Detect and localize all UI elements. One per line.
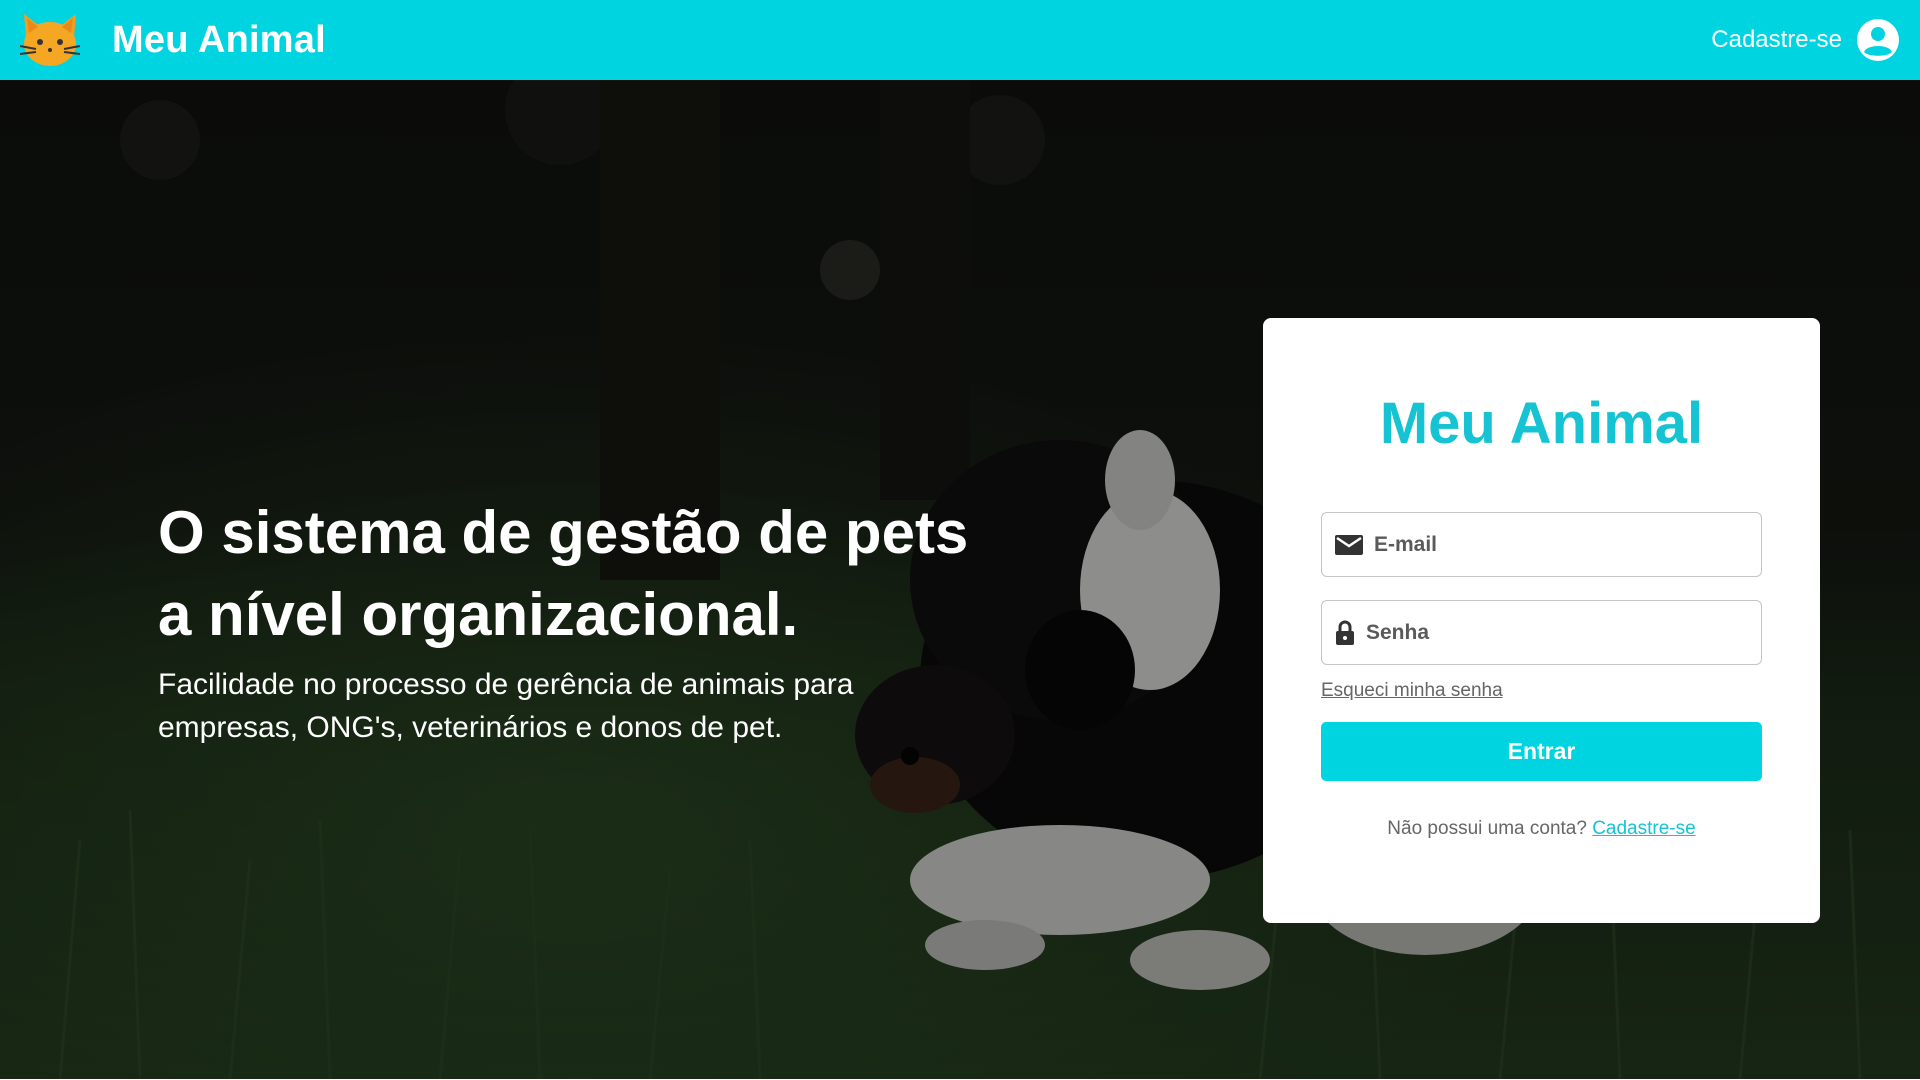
hero-headline: O sistema de gestão de pets a nível orga… bbox=[158, 492, 1058, 656]
hero-section: O sistema de gestão de pets a nível orga… bbox=[0, 80, 1920, 1079]
hero-headline-line1: O sistema de gestão de pets bbox=[158, 499, 969, 566]
email-input[interactable] bbox=[1374, 532, 1749, 557]
hero-subheadline-line1: Facilidade no processo de gerência de an… bbox=[158, 668, 854, 701]
brand-name: Meu Animal bbox=[112, 18, 326, 61]
signup-prompt-text: Não possui uma conta? bbox=[1387, 818, 1587, 839]
password-input[interactable] bbox=[1366, 620, 1746, 645]
signup-prompt: Não possui uma conta? Cadastre-se bbox=[1263, 818, 1820, 840]
password-field[interactable] bbox=[1321, 600, 1762, 665]
signup-nav-link[interactable]: Cadastre-se bbox=[1711, 18, 1900, 62]
login-title: Meu Animal bbox=[1379, 391, 1704, 456]
account-circle-icon[interactable] bbox=[1856, 18, 1900, 62]
brand[interactable]: Meu Animal bbox=[18, 12, 326, 68]
mail-icon bbox=[1335, 534, 1363, 555]
cat-face-icon bbox=[19, 14, 81, 66]
top-navbar: Meu Animal Cadastre-se bbox=[0, 0, 1920, 80]
signup-nav-label: Cadastre-se bbox=[1711, 26, 1842, 53]
lock-icon bbox=[1336, 620, 1354, 645]
hero-headline-line2: a nível organizacional. bbox=[158, 581, 799, 648]
hero-subheadline: Facilidade no processo de gerência de an… bbox=[158, 663, 938, 749]
email-field[interactable] bbox=[1321, 512, 1762, 577]
login-card: Meu Animal Esqueci minha senha Entrar Nã… bbox=[1263, 318, 1820, 923]
hero-subheadline-line2: empresas, ONG's, veterinários e donos de… bbox=[158, 711, 783, 744]
forgot-password-link[interactable]: Esqueci minha senha bbox=[1321, 680, 1503, 702]
login-submit-button[interactable]: Entrar bbox=[1321, 722, 1762, 781]
signup-link[interactable]: Cadastre-se bbox=[1592, 818, 1696, 839]
